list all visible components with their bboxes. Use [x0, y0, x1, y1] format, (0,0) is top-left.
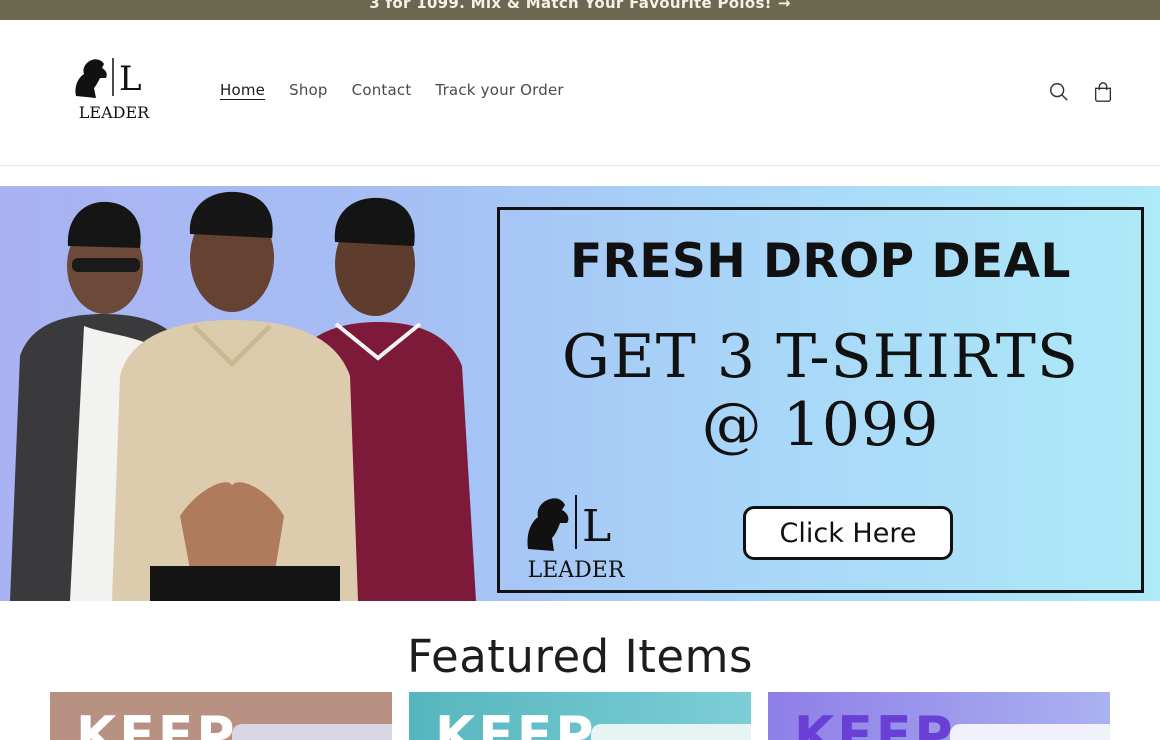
product-card[interactable]: KEEP	[768, 692, 1110, 740]
svg-text:LEADER: LEADER	[528, 558, 626, 581]
product-banner-text: KEEP	[435, 706, 597, 740]
leader-logo[interactable]: L LEADER	[66, 52, 162, 122]
product-panel	[950, 724, 1110, 740]
nav-track-order[interactable]: Track your Order	[435, 81, 563, 99]
cart-icon[interactable]	[1092, 80, 1114, 104]
offer-line-2: @ 1099	[701, 390, 940, 460]
announcement-bar[interactable]: 3 for 1099. Mix & Match Your Favourite P…	[0, 0, 1160, 20]
svg-text:L: L	[119, 59, 142, 99]
horse-head-icon	[527, 498, 569, 551]
product-banner-text: KEEP	[76, 706, 238, 740]
svg-text:L: L	[582, 501, 611, 552]
hero-banner[interactable]: FRESH DROP DEAL GET 3 T-SHIRTS @ 1099 L …	[0, 186, 1160, 601]
product-banner-text: KEEP	[794, 706, 956, 740]
deal-headline: FRESH DROP DEAL	[570, 234, 1071, 289]
site-header: L LEADER Home Shop Contact Track your Or…	[0, 20, 1160, 166]
nav-contact[interactable]: Contact	[352, 81, 412, 99]
leader-logo-banner: L LEADER	[527, 495, 626, 581]
main-nav: Home Shop Contact Track your Order	[220, 81, 588, 99]
nav-shop[interactable]: Shop	[289, 81, 328, 99]
arrow-right-icon: →	[777, 0, 791, 12]
featured-title: Featured Items	[407, 630, 753, 683]
svg-text:LEADER: LEADER	[79, 103, 150, 122]
product-panel	[232, 724, 392, 740]
announcement-text: 3 for 1099. Mix & Match Your Favourite P…	[369, 0, 772, 12]
product-panel	[591, 724, 751, 740]
header-actions	[1048, 80, 1114, 104]
offer-line-1: GET 3 T-SHIRTS	[562, 322, 1079, 392]
deal-card: FRESH DROP DEAL GET 3 T-SHIRTS @ 1099 L …	[497, 207, 1144, 593]
horse-head-icon	[75, 59, 107, 98]
models-image	[10, 191, 476, 601]
product-card[interactable]: KEEP	[409, 692, 751, 740]
click-here-button[interactable]: Click Here	[743, 506, 953, 560]
product-card[interactable]: KEEP	[50, 692, 392, 740]
search-icon[interactable]	[1048, 80, 1070, 104]
nav-home[interactable]: Home	[220, 81, 265, 99]
